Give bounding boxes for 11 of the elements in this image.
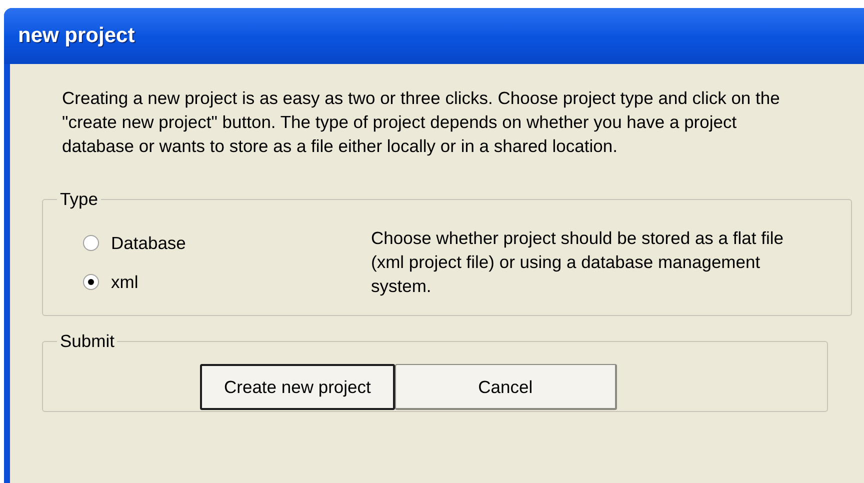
type-description: Choose whether project should be stored as a flat file (xml project file) or using a database management system.	[371, 227, 784, 298]
group-label: Submit	[59, 330, 116, 353]
radio-button[interactable]	[83, 274, 99, 290]
window-title: new project	[18, 23, 135, 50]
cancel-button[interactable]: Cancel	[394, 364, 617, 410]
radio-label: Database	[111, 232, 186, 256]
intro-text: Creating a new project is as easy as two or three clicks. Choose project type and click on the "create new project" button. The type of project depends on whether you have a project database or wants to store as a file either locally or in a shared location.	[62, 87, 781, 158]
radio-button[interactable]	[83, 235, 99, 252]
radio-label: xml	[111, 270, 138, 294]
create-button[interactable]: Create new project	[200, 364, 395, 410]
group-label: Type	[59, 188, 99, 211]
